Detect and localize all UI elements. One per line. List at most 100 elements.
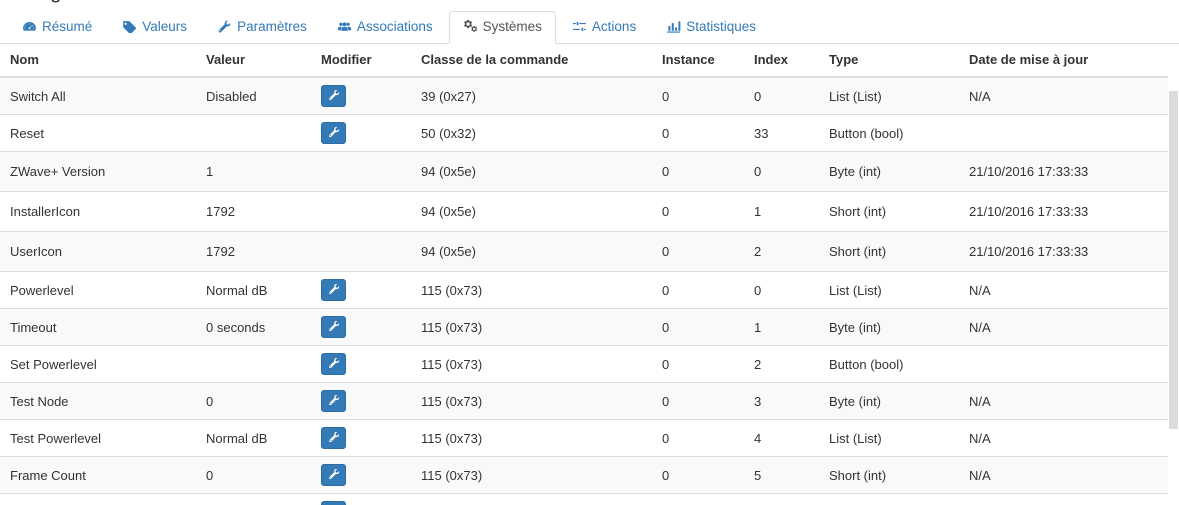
table-row: UserIcon 1792 94 (0x5e) 0 2 Short (int) 21/10/… <box>0 231 1172 272</box>
tab-label: Actions <box>591 19 637 34</box>
cell-index: 3 <box>744 382 819 420</box>
cell-modifier <box>311 493 411 505</box>
column-header-type[interactable]: Type <box>819 44 959 78</box>
cell-modifier <box>311 308 411 346</box>
tab-label: Valeurs <box>142 19 188 34</box>
vertical-scrollbar-track[interactable] <box>1168 44 1179 505</box>
wrench-icon <box>217 20 232 33</box>
tab-parametres[interactable]: Paramètres <box>203 11 321 44</box>
tab-statistiques[interactable]: Statistiques <box>652 11 770 44</box>
cell-index: 4 <box>744 419 819 457</box>
systems-table: Nom Valeur Modifier Classe de la commande In… <box>0 44 1172 505</box>
column-header-index[interactable]: Index <box>744 44 819 78</box>
cell-instance: 0 <box>652 271 744 309</box>
cell-index: 2 <box>744 231 819 272</box>
edit-button[interactable] <box>321 353 346 375</box>
cell-valeur: Normal dB <box>196 271 311 309</box>
cell-nom: InstallerIcon <box>0 191 196 232</box>
cell-instance: 0 <box>652 151 744 192</box>
cell-type: List (List) <box>819 76 959 115</box>
cell-valeur: Disabled <box>196 76 311 115</box>
cell-nom: Frame Count <box>0 456 196 494</box>
cell-index: 1 <box>744 191 819 232</box>
cell-instance: 0 <box>652 493 744 505</box>
cell-date <box>959 345 1172 383</box>
edit-button[interactable] <box>321 85 346 107</box>
tab-bar: Résumé Valeurs Paramètres Associations Systè… <box>0 11 1179 44</box>
column-header-modifier[interactable]: Modifier <box>311 44 411 78</box>
column-header-instance[interactable]: Instance <box>652 44 744 78</box>
cell-classe: 115 (0x73) <box>411 456 652 494</box>
cell-modifier <box>311 114 411 152</box>
cell-modifier <box>311 191 411 232</box>
table-row: ZWave+ Version 1 94 (0x5e) 0 0 Byte (int) 21/1… <box>0 151 1172 192</box>
column-header-date[interactable]: Date de mise à jour <box>959 44 1172 78</box>
cell-valeur: 0 <box>196 382 311 420</box>
cell-valeur: Normal dB <box>196 419 311 457</box>
systems-table-container: Nom Valeur Modifier Classe de la commande In… <box>0 44 1179 505</box>
cell-date: N/A <box>959 419 1172 457</box>
table-header-row: Nom Valeur Modifier Classe de la commande In… <box>0 44 1172 78</box>
cell-instance: 0 <box>652 456 744 494</box>
cell-date: N/A <box>959 271 1172 309</box>
cell-date: 21/10/2016 17:33:33 <box>959 151 1172 192</box>
cell-classe: 94 (0x5e) <box>411 231 652 272</box>
cell-nom: Switch All <box>0 76 196 115</box>
edit-button[interactable] <box>321 501 346 505</box>
cell-index: 2 <box>744 345 819 383</box>
table-row: Powerlevel Normal dB 115 (0x73) 0 0 List (Lis… <box>0 271 1172 309</box>
cell-valeur: 1792 <box>196 191 311 232</box>
cell-instance: 0 <box>652 419 744 457</box>
edit-button[interactable] <box>321 390 346 412</box>
cell-date: N/A <box>959 308 1172 346</box>
tab-systemes[interactable]: Systèmes <box>448 11 556 44</box>
cell-classe: 115 (0x73) <box>411 419 652 457</box>
cell-valeur: 1792 <box>196 231 311 272</box>
tab-resume[interactable]: Résumé <box>8 11 106 44</box>
tag-icon <box>122 20 137 33</box>
edit-button[interactable] <box>321 279 346 301</box>
cell-modifier <box>311 271 411 309</box>
table-row: Test Node 0 115 (0x73) 0 3 Byte (int) N/A <box>0 382 1172 420</box>
cell-date: N/A <box>959 76 1172 115</box>
tab-label: Systèmes <box>482 19 542 34</box>
edit-button[interactable] <box>321 122 346 144</box>
cell-modifier <box>311 231 411 272</box>
tab-valeurs[interactable]: Valeurs <box>108 11 201 44</box>
cell-type: Short (int) <box>819 456 959 494</box>
cell-instance: 0 <box>652 345 744 383</box>
tachometer-icon <box>22 20 37 33</box>
cell-classe: 50 (0x32) <box>411 114 652 152</box>
edit-button-placeholder <box>321 159 346 181</box>
cell-nom: Timeout <box>0 308 196 346</box>
cell-index: 0 <box>744 271 819 309</box>
cell-valeur: 0 <box>196 456 311 494</box>
column-header-valeur[interactable]: Valeur <box>196 44 311 78</box>
table-row: Frame Count 0 115 (0x73) 0 5 Short (int) N/A <box>0 456 1172 494</box>
tab-associations[interactable]: Associations <box>323 11 447 44</box>
cell-type: Short (int) <box>819 191 959 232</box>
cell-classe: 115 (0x73) <box>411 345 652 383</box>
cell-type: Short (int) <box>819 231 959 272</box>
sliders-icon <box>572 20 587 33</box>
edit-button[interactable] <box>321 427 346 449</box>
tab-actions[interactable]: Actions <box>558 11 650 44</box>
cell-modifier <box>311 419 411 457</box>
cell-classe: 115 (0x73) <box>411 382 652 420</box>
table-row: Timeout 0 seconds 115 (0x73) 0 1 Byte (int) N/… <box>0 308 1172 346</box>
edit-button[interactable] <box>321 316 346 338</box>
cell-type: Byte (int) <box>819 382 959 420</box>
cell-date: 21/10/2016 17:33:33 <box>959 191 1172 232</box>
table-row: Reset 50 (0x32) 0 33 Button (bool) <box>0 114 1172 152</box>
cell-index: 6 <box>744 493 819 505</box>
table-head: Nom Valeur Modifier Classe de la commande In… <box>0 44 1172 78</box>
column-header-classe[interactable]: Classe de la commande <box>411 44 652 78</box>
cogs-icon <box>463 20 478 33</box>
column-header-nom[interactable]: Nom <box>0 44 196 78</box>
table-row: InstallerIcon 1792 94 (0x5e) 0 1 Short (int) 2… <box>0 191 1172 232</box>
vertical-scrollbar-thumb[interactable] <box>1169 91 1178 429</box>
tab-label: Paramètres <box>237 19 307 34</box>
table-body: Switch All Disabled 39 (0x27) 0 0 List (List)… <box>0 76 1172 505</box>
edit-button[interactable] <box>321 464 346 486</box>
cell-index: 5 <box>744 456 819 494</box>
